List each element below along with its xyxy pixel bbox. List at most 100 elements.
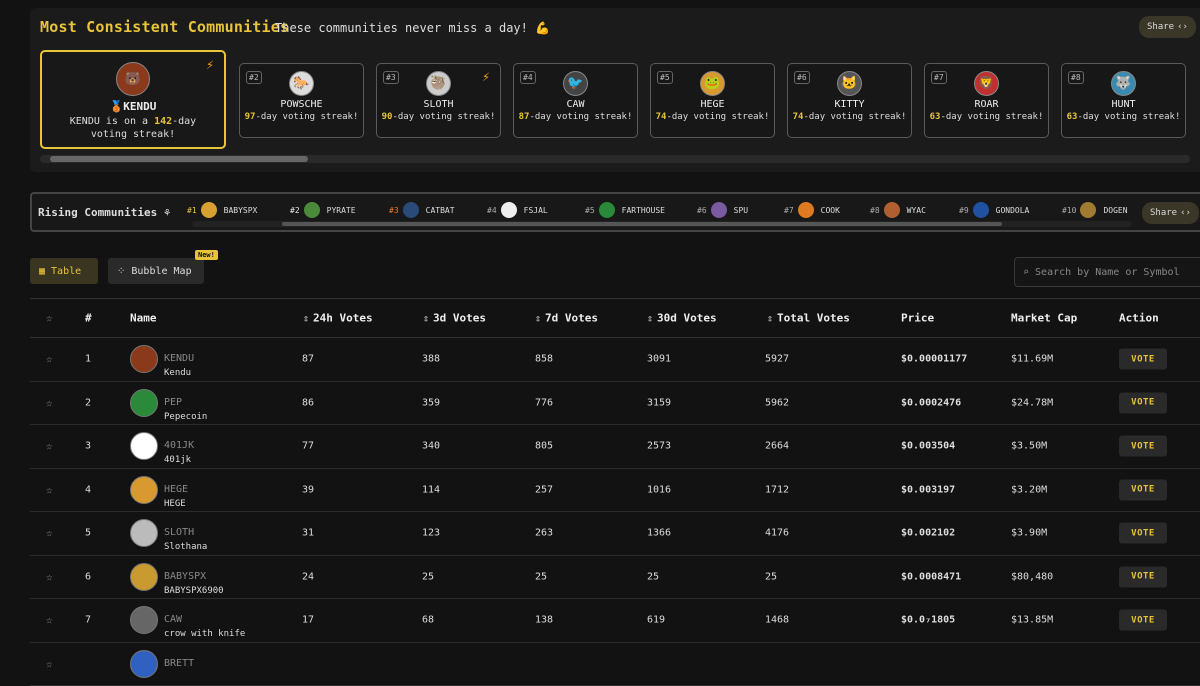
row-ticker[interactable]: PEP (164, 397, 182, 408)
row-ticker[interactable]: HEGE (164, 484, 188, 495)
favorite-star-icon[interactable]: ☆ (46, 440, 53, 453)
rising-avatar (201, 202, 217, 218)
vote-button[interactable]: VOTE (1119, 392, 1167, 413)
star-header-icon[interactable]: ☆ (46, 312, 53, 325)
card-streak: 74-day voting streak! (651, 112, 774, 122)
table-row[interactable]: ☆7CAWcrow with knife17681386191468$0.0₇1… (30, 599, 1200, 643)
header-30d[interactable]: ⇕30d Votes (647, 312, 717, 325)
row-fullname: Kendu (164, 368, 191, 378)
consistent-title: Most Consistent Communities (40, 18, 289, 36)
table-row[interactable]: ☆6BABYSPXBABYSPX69002425252525$0.0008471… (30, 556, 1200, 600)
vote-button[interactable]: VOTE (1119, 610, 1167, 631)
favorite-star-icon[interactable]: ☆ (46, 570, 53, 583)
row-num: 2 (85, 397, 91, 408)
streak-card[interactable]: #5🐸HEGE74-day voting streak! (650, 63, 775, 138)
rising-item[interactable]: #4FSJAL (487, 201, 548, 219)
rising-item[interactable]: #8WYAC (870, 201, 926, 219)
rising-item[interactable]: #6SPU (697, 201, 748, 219)
streak-card-first[interactable]: ⚡ 🐻 🥉KENDU KENDU is on a 142-day voting … (40, 50, 226, 149)
streak-card[interactable]: #3⚡🦥SLOTH90-day voting streak! (376, 63, 501, 138)
row-ticker[interactable]: 401JK (164, 440, 194, 451)
rising-item[interactable]: #10DOGEN (1062, 201, 1128, 219)
table-row[interactable]: ☆2PEPPepecoin8635977631595962$0.0002476$… (30, 382, 1200, 426)
share-label: Share (1147, 22, 1174, 32)
card-name: CAW (514, 99, 637, 110)
first-card-name: KENDU (123, 100, 156, 113)
row-total: 5927 (765, 354, 789, 365)
rising-item[interactable]: #3CATBAT (389, 201, 455, 219)
header-3d[interactable]: ⇕3d Votes (423, 312, 486, 325)
rising-item[interactable]: #1BABYSPX (187, 201, 257, 219)
header-total[interactable]: ⇕Total Votes (767, 312, 850, 325)
row-ticker[interactable]: SLOTH (164, 527, 194, 538)
favorite-star-icon[interactable]: ☆ (46, 614, 53, 627)
vote-button[interactable]: VOTE (1119, 349, 1167, 370)
favorite-star-icon[interactable]: ☆ (46, 396, 53, 409)
card-name: ROAR (925, 99, 1048, 110)
row-avatar (130, 389, 158, 417)
favorite-star-icon[interactable]: ☆ (46, 353, 53, 366)
search-field[interactable]: ⌕ Search by Name or Symbol (1014, 257, 1200, 287)
header-7d[interactable]: ⇕7d Votes (535, 312, 598, 325)
header-mcap: Market Cap (1011, 312, 1077, 325)
streak-card[interactable]: #4🐦CAW87-day voting streak! (513, 63, 638, 138)
row-3d: 359 (422, 397, 440, 408)
scrollbar-thumb[interactable] (282, 222, 1002, 226)
rising-label: Rising Communities ⚘ (38, 206, 170, 219)
rising-rank: #2 (290, 206, 300, 215)
row-3d: 114 (422, 484, 440, 495)
card-rank: #4 (520, 71, 536, 84)
table-row[interactable]: ☆4HEGEHEGE3911425710161712$0.003197$3.20… (30, 469, 1200, 513)
rising-rank: #8 (870, 206, 880, 215)
table-row[interactable]: ☆3401JK401jk7734080525732664$0.003504$3.… (30, 425, 1200, 469)
table-row[interactable]: ☆1KENDUKendu8738885830915927$0.00001177$… (30, 338, 1200, 382)
rising-item[interactable]: #7COOK (784, 201, 840, 219)
rising-item[interactable]: #5FARTHOUSE (585, 201, 665, 219)
streak-card[interactable]: #8🐺HUNT63-day voting streak! (1061, 63, 1186, 138)
vote-button[interactable]: VOTE (1119, 436, 1167, 457)
card-avatar: 🐸 (700, 71, 725, 96)
row-3d: 388 (422, 354, 440, 365)
row-avatar (130, 476, 158, 504)
tab-table-label: Table (51, 266, 81, 277)
favorite-star-icon[interactable]: ☆ (46, 657, 53, 670)
lightning-icon: ⚡ (482, 70, 490, 85)
consistent-share-button[interactable]: Share ‹› (1139, 16, 1196, 38)
card-rank: #3 (383, 71, 399, 84)
row-ticker[interactable]: BABYSPX (164, 571, 206, 582)
rising-share-button[interactable]: Share ‹› (1142, 202, 1199, 224)
streak-card[interactable]: #7🦁ROAR63-day voting streak! (924, 63, 1049, 138)
scrollbar-thumb[interactable] (50, 156, 308, 162)
vote-button[interactable]: VOTE (1119, 566, 1167, 587)
streak-card[interactable]: #6🐱KITTY74-day voting streak! (787, 63, 912, 138)
row-fullname: HEGE (164, 499, 186, 509)
card-avatar: 🦁 (974, 71, 999, 96)
favorite-star-icon[interactable]: ☆ (46, 483, 53, 496)
vote-button[interactable]: VOTE (1119, 523, 1167, 544)
consistent-scrollbar[interactable] (40, 155, 1190, 163)
row-3d: 25 (422, 571, 434, 582)
row-24h: 39 (302, 484, 314, 495)
row-num: 6 (85, 571, 91, 582)
vote-button[interactable]: VOTE (1119, 479, 1167, 500)
consistent-subtitle: These communities never miss a day! 💪 (275, 21, 550, 35)
row-ticker[interactable]: KENDU (164, 353, 194, 364)
rising-item[interactable]: #2PYRATE (290, 201, 356, 219)
rising-scrollbar[interactable] (192, 221, 1132, 227)
rising-name: GONDOLA (996, 206, 1030, 215)
row-total: 4176 (765, 528, 789, 539)
row-mcap: $13.85M (1011, 615, 1053, 626)
favorite-star-icon[interactable]: ☆ (46, 527, 53, 540)
header-24h[interactable]: ⇕24h Votes (303, 312, 373, 325)
row-ticker[interactable]: CAW (164, 614, 182, 625)
table-row[interactable]: ☆5SLOTHSlothana3112326313664176$0.002102… (30, 512, 1200, 556)
rising-item[interactable]: #9GONDOLA (959, 201, 1029, 219)
table-row[interactable]: ☆ BRETT (30, 643, 1200, 686)
row-total: 2664 (765, 441, 789, 452)
streak-card[interactable]: #2🐎POWSCHE97-day voting streak! (239, 63, 364, 138)
tab-table[interactable]: ▦Table (30, 258, 98, 284)
rising-rank: #4 (487, 206, 497, 215)
tab-bubble-map[interactable]: ⁘Bubble Map (108, 258, 204, 284)
row-ticker[interactable]: BRETT (164, 658, 194, 669)
row-price: $0.0008471 (901, 571, 961, 582)
